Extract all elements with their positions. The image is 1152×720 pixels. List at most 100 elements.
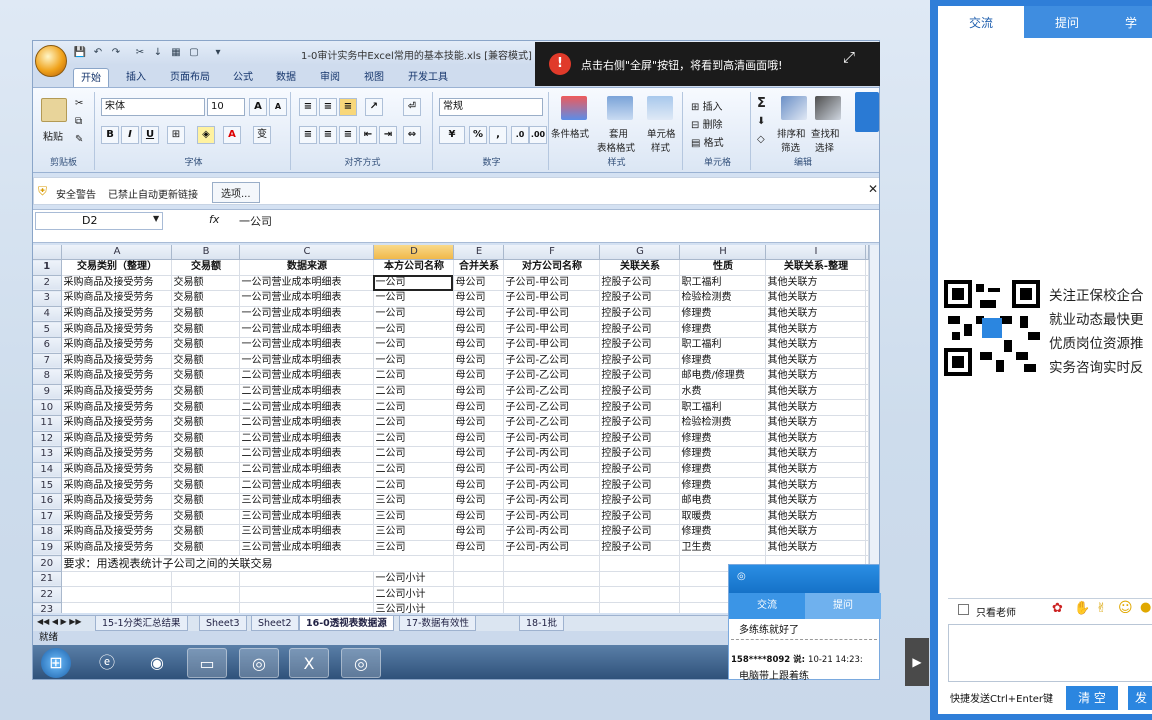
italic-button[interactable]: I [121, 126, 139, 144]
row-header[interactable]: 13 [33, 446, 62, 463]
cell[interactable]: 一公司营业成本明细表 [239, 337, 374, 354]
cell[interactable]: 控股子公司 [599, 477, 680, 494]
cell[interactable]: 一公司 [373, 290, 454, 307]
cell[interactable] [865, 275, 869, 292]
note-cell[interactable]: 要求：用透视表统计子公司之间的关联交易 [61, 555, 454, 572]
row-header[interactable]: 23 [33, 602, 62, 613]
cell[interactable] [599, 555, 680, 572]
start-button[interactable]: ⊞ [41, 648, 71, 678]
cell[interactable]: 控股子公司 [599, 431, 680, 448]
formula-input[interactable]: 一公司 [239, 213, 272, 229]
cell[interactable]: 母公司 [453, 306, 504, 323]
delete-cells-button[interactable]: ⊟ 删除 [691, 116, 723, 131]
row-header[interactable]: 4 [33, 306, 62, 323]
cell[interactable]: 其他关联方 [765, 321, 866, 338]
cell[interactable]: 子公司-甲公司 [503, 321, 600, 338]
tab-page-layout[interactable]: 页面布局 [163, 68, 217, 87]
cell[interactable]: 控股子公司 [599, 368, 680, 385]
cell[interactable]: 其他关联方 [765, 306, 866, 323]
cell[interactable]: 三公司营业成本明细表 [239, 524, 374, 541]
cell[interactable]: 三公司 [373, 509, 454, 526]
row-header[interactable]: 1 [33, 259, 62, 276]
cell[interactable]: 子公司-丙公司 [503, 431, 600, 448]
select-all-corner[interactable] [33, 245, 62, 260]
cell[interactable] [865, 321, 869, 338]
app-icon[interactable]: ◎ [341, 648, 381, 678]
cell[interactable]: 其他关联方 [765, 368, 866, 385]
cell[interactable]: 母公司 [453, 477, 504, 494]
cell[interactable]: 交易额 [171, 321, 240, 338]
cell[interactable]: 控股子公司 [599, 337, 680, 354]
cell[interactable]: 二公司 [373, 415, 454, 432]
bold-button[interactable]: B [101, 126, 119, 144]
mini-tab-ask[interactable]: 提问 [805, 593, 881, 619]
cell-styles-icon[interactable] [647, 96, 673, 120]
tab-developer[interactable]: 开发工具 [401, 68, 455, 87]
cell[interactable]: 控股子公司 [599, 275, 680, 292]
cell[interactable]: 三公司营业成本明细表 [239, 540, 374, 557]
align-top-icon[interactable]: ≡ [299, 98, 317, 116]
cell[interactable]: 控股子公司 [599, 493, 680, 510]
preview-icon[interactable]: ▢ [187, 46, 201, 60]
cell[interactable]: 控股子公司 [599, 509, 680, 526]
cell[interactable]: 取暖费 [679, 509, 766, 526]
cell[interactable]: 修理费 [679, 353, 766, 370]
cell[interactable]: 一公司 [373, 337, 454, 354]
sheet-tab[interactable]: 17-数据有效性 [399, 616, 477, 631]
clear-button[interactable]: 清 空 [1066, 686, 1118, 710]
cell-styles-button[interactable]: 单元格 [647, 126, 676, 140]
cell[interactable]: 职工福利 [679, 275, 766, 292]
close-icon[interactable]: ✕ [868, 182, 878, 196]
align-bottom-icon[interactable]: ≡ [339, 98, 357, 116]
cell[interactable]: 二公司 [373, 368, 454, 385]
vertical-scrollbar[interactable] [869, 245, 879, 615]
cell[interactable]: 交易额 [171, 462, 240, 479]
sheet-tab[interactable]: 16-0透视表数据源 [299, 616, 394, 631]
cell[interactable]: 修理费 [679, 477, 766, 494]
column-header[interactable]: I [765, 245, 866, 260]
cell[interactable]: 二公司 [373, 462, 454, 479]
align-left-icon[interactable]: ≡ [299, 126, 317, 144]
cell[interactable]: 其他关联方 [765, 290, 866, 307]
cell[interactable]: 采购商品及接受劳务 [61, 477, 172, 494]
subtotal-cell[interactable]: 二公司小计 [373, 586, 454, 604]
cell[interactable]: 子公司-丙公司 [503, 524, 600, 541]
cell[interactable] [865, 384, 869, 401]
cell[interactable]: 修理费 [679, 306, 766, 323]
cell[interactable] [865, 415, 869, 432]
cell[interactable] [453, 602, 504, 613]
cell[interactable]: 二公司营业成本明细表 [239, 477, 374, 494]
cell[interactable]: 其他关联方 [765, 477, 866, 494]
cell[interactable]: 采购商品及接受劳务 [61, 462, 172, 479]
cell[interactable] [453, 555, 504, 572]
cell[interactable]: 子公司-甲公司 [503, 275, 600, 292]
subtotal-cell[interactable]: 三公司小计 [373, 602, 454, 613]
cell[interactable]: 交易额 [171, 399, 240, 416]
cell[interactable]: 子公司-乙公司 [503, 415, 600, 432]
undo-icon[interactable]: ↶ [91, 46, 105, 60]
cell[interactable]: 检验检测费 [679, 290, 766, 307]
cell[interactable]: 采购商品及接受劳务 [61, 306, 172, 323]
row-header[interactable]: 14 [33, 462, 62, 479]
header-cell[interactable]: 关联关系-整理 [765, 259, 866, 276]
cell[interactable]: 其他关联方 [765, 524, 866, 541]
row-header[interactable]: 5 [33, 321, 62, 338]
cell[interactable]: 一公司 [373, 353, 454, 370]
redo-icon[interactable]: ↷ [109, 46, 123, 60]
header-cell[interactable]: 关联关系 [599, 259, 680, 276]
tab-insert[interactable]: 插入 [119, 68, 153, 87]
cell[interactable]: 其他关联方 [765, 384, 866, 401]
cell[interactable]: 修理费 [679, 446, 766, 463]
cell[interactable]: 二公司 [373, 384, 454, 401]
name-box[interactable]: D2 [35, 212, 163, 230]
cell[interactable] [865, 431, 869, 448]
cell[interactable]: 子公司-甲公司 [503, 290, 600, 307]
cell[interactable]: 交易额 [171, 275, 240, 292]
cell[interactable]: 修理费 [679, 524, 766, 541]
align-center-icon[interactable]: ≡ [319, 126, 337, 144]
cell[interactable]: 邮电费/修理费 [679, 368, 766, 385]
shrink-font-button[interactable]: A [269, 98, 287, 116]
cell[interactable]: 控股子公司 [599, 446, 680, 463]
sheet-nav-icon[interactable]: ◀◀ ◀ ▶ ▶▶ [37, 617, 82, 626]
cell[interactable]: 其他关联方 [765, 509, 866, 526]
